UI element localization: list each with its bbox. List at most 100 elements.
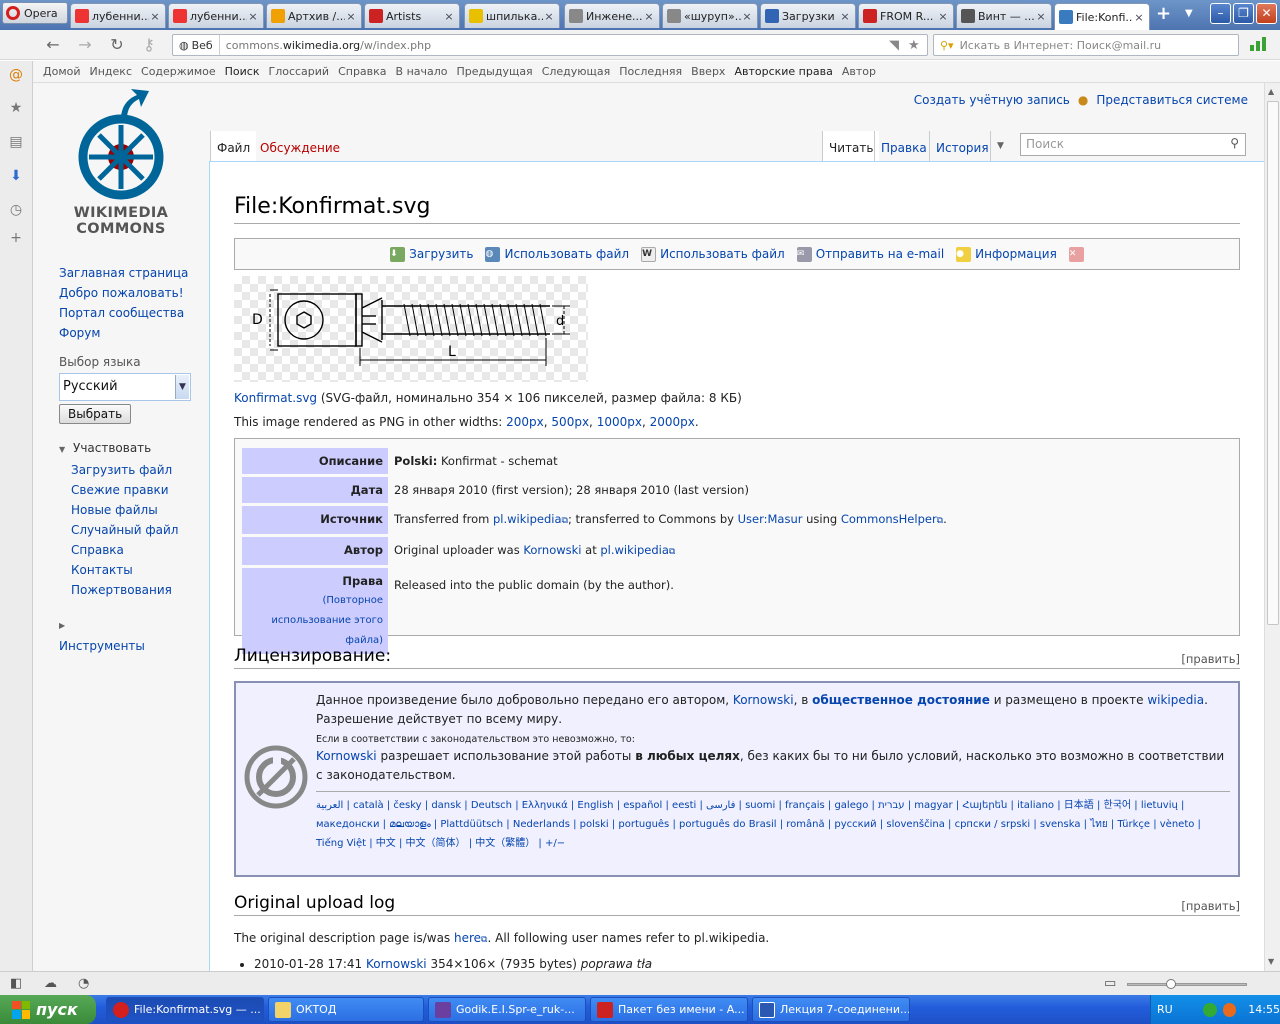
new-tab-button[interactable]: + xyxy=(1156,5,1174,24)
taskbar-item-opera[interactable]: File:Konfirmat.svg — ... xyxy=(106,997,264,1022)
close-tab-icon[interactable]: × xyxy=(1035,10,1047,23)
close-tab-icon[interactable]: × xyxy=(1133,11,1145,24)
language-indicator[interactable]: RU xyxy=(1157,1003,1173,1016)
sidebar-participate-link[interactable]: Случайный файл xyxy=(71,520,209,540)
bookmark-item[interactable]: Следующая xyxy=(542,65,611,78)
sidebar-participate-link[interactable]: Пожертвования xyxy=(71,580,209,600)
bookmark-item[interactable]: Авторские права xyxy=(734,65,832,78)
file-preview-image[interactable]: D d L xyxy=(234,276,588,382)
bookmark-item[interactable]: Справка xyxy=(338,65,386,78)
taskbar-item-package[interactable]: Пакет без имени - A... xyxy=(590,997,748,1022)
scrollbar-thumb[interactable] xyxy=(1267,101,1279,625)
tools-heading[interactable]: Инструменты xyxy=(59,636,209,656)
edit-licensing-link[interactable]: [править] xyxy=(1181,652,1240,666)
tab-10[interactable]: File:Konfi... × xyxy=(1054,3,1150,30)
forward-arrow-icon[interactable]: → xyxy=(76,36,94,54)
tab-6[interactable]: «шуруп»... × xyxy=(662,3,758,28)
tab-list-chevron-icon[interactable]: ▼ xyxy=(1185,8,1193,19)
maximize-button[interactable]: ❐ xyxy=(1233,3,1254,24)
close-actions-icon[interactable]: ✕ xyxy=(1068,246,1084,262)
sidebar-participate-link[interactable]: Загрузить файл xyxy=(71,460,209,480)
language-submit-button[interactable]: Выбрать xyxy=(59,404,132,424)
signal-bars-icon[interactable] xyxy=(1250,37,1266,51)
width-2000-link[interactable]: 2000px xyxy=(650,415,695,429)
scroll-up-icon[interactable]: ▲ xyxy=(1268,87,1274,96)
file-action-4[interactable]: ● Информация xyxy=(956,246,1057,262)
bookmark-item[interactable]: Последняя xyxy=(619,65,682,78)
start-button[interactable]: пуск xyxy=(0,995,96,1024)
width-500-link[interactable]: 500px xyxy=(551,415,589,429)
opera-menu-button[interactable]: Opera xyxy=(2,2,68,24)
reuse-link[interactable]: (Повторное использование этого файла) xyxy=(247,591,383,651)
language-select[interactable]: Русский ▼ xyxy=(59,373,191,401)
close-tab-icon[interactable]: × xyxy=(741,10,753,23)
bookmark-item[interactable]: Глоссарий xyxy=(268,65,329,78)
participate-section[interactable]: ▼ Участвовать xyxy=(59,438,209,460)
tab-1[interactable]: лубенни... × xyxy=(168,3,264,28)
create-account-link[interactable]: Создать учётную запись xyxy=(914,93,1070,107)
tab-9[interactable]: Винт — ... × xyxy=(956,3,1052,28)
close-tab-icon[interactable]: × xyxy=(839,10,851,23)
bookmark-item[interactable]: Поиск xyxy=(225,65,260,78)
sidebar-nav-link[interactable]: Заглавная страница xyxy=(59,263,209,283)
tab-7[interactable]: Загрузки × xyxy=(760,3,856,28)
close-window-button[interactable]: ✕ xyxy=(1256,3,1277,24)
tab-2[interactable]: Артхив /... × xyxy=(266,3,362,28)
tray-app-icon[interactable] xyxy=(1202,1002,1217,1017)
close-tab-icon[interactable]: × xyxy=(443,10,455,23)
tab-read[interactable]: Читать xyxy=(822,131,880,161)
file-action-2[interactable]: W Использовать файл xyxy=(641,246,785,262)
minimize-button[interactable]: – xyxy=(1210,3,1231,24)
bookmark-item[interactable]: Предыдущая xyxy=(457,65,533,78)
taskbar-item-document[interactable]: Godik.E.I.Spr-e_ruk-... xyxy=(428,997,586,1022)
sidebar-nav-link[interactable]: Добро пожаловать! xyxy=(59,283,209,303)
reload-icon[interactable]: ↻ xyxy=(108,36,126,54)
log-user-link[interactable]: Kornowski xyxy=(366,957,427,971)
tab-3[interactable]: Artists × xyxy=(364,3,460,28)
license-wiki-link[interactable]: wikipedia xyxy=(1147,693,1204,707)
zoom-slider-handle[interactable] xyxy=(1166,979,1176,989)
tab-talk[interactable]: Обсуждение xyxy=(254,131,346,161)
file-action-label[interactable]: Информация xyxy=(975,247,1057,261)
web-search-input[interactable]: ⚲▾ Искать в Интернет: Поиск@mail.ru xyxy=(933,34,1239,56)
bookmark-item[interactable]: Домой xyxy=(43,65,81,78)
source-user-link[interactable]: User:Masur xyxy=(738,512,803,526)
file-link[interactable]: Konfirmat.svg xyxy=(234,391,317,405)
close-tab-icon[interactable]: × xyxy=(149,10,161,23)
cloud-icon[interactable]: ☁ xyxy=(44,976,57,991)
sidebar-participate-link[interactable]: Новые файлы xyxy=(71,500,209,520)
address-bar[interactable]: ◍ Веб commons.wikimedia.org/w/index.php ◥… xyxy=(172,34,928,56)
scroll-down-icon[interactable]: ▼ xyxy=(1268,957,1274,966)
taskbar-item-lecture[interactable]: Лекция 7-соединени... xyxy=(752,997,910,1022)
tools-section[interactable]: ▶ Инструменты xyxy=(59,614,209,656)
sidebar-nav-link[interactable]: Форум xyxy=(59,323,209,343)
commons-logo[interactable]: WIKIMEDIA COMMONS xyxy=(61,87,181,237)
tab-8[interactable]: FROM R... × xyxy=(858,3,954,28)
close-tab-icon[interactable]: × xyxy=(643,10,655,23)
view-icon[interactable]: ▭ xyxy=(1104,976,1116,991)
tab-4[interactable]: шпилька... × xyxy=(464,3,560,28)
file-action-label[interactable]: Использовать файл xyxy=(660,247,785,261)
width-1000-link[interactable]: 1000px xyxy=(597,415,642,429)
file-action-label[interactable]: Использовать файл xyxy=(504,247,629,261)
search-engine-icon[interactable]: ⚲▾ xyxy=(940,39,954,52)
bookmark-item[interactable]: Вверх xyxy=(691,65,725,78)
tab-5[interactable]: Инжене... × xyxy=(564,3,660,28)
sidebar-participate-link[interactable]: Справка xyxy=(71,540,209,560)
file-action-label[interactable]: Загрузить xyxy=(409,247,473,261)
more-actions-chevron-icon[interactable]: ▼ xyxy=(990,131,1010,161)
tab-0[interactable]: лубенни... × xyxy=(70,3,166,28)
tab-history[interactable]: История xyxy=(929,131,995,161)
file-action-1[interactable]: ◍ Использовать файл xyxy=(485,246,629,262)
bookmark-item[interactable]: Индекс xyxy=(90,65,133,78)
mail-icon[interactable]: @ xyxy=(7,66,25,84)
close-tab-icon[interactable]: × xyxy=(937,10,949,23)
public-domain-link[interactable]: общественное достояние xyxy=(812,693,990,707)
tab-edit[interactable]: Правка xyxy=(874,131,933,161)
close-tab-icon[interactable]: × xyxy=(345,10,357,23)
file-action-0[interactable]: ⬇ Загрузить xyxy=(390,246,473,262)
author-wiki-link[interactable]: pl.wikipedia xyxy=(600,543,669,557)
sidebar-participate-link[interactable]: Свежие правки xyxy=(71,480,209,500)
license-user-link[interactable]: Kornowski xyxy=(733,693,794,707)
history-clock-icon[interactable]: ◷ xyxy=(7,201,25,219)
